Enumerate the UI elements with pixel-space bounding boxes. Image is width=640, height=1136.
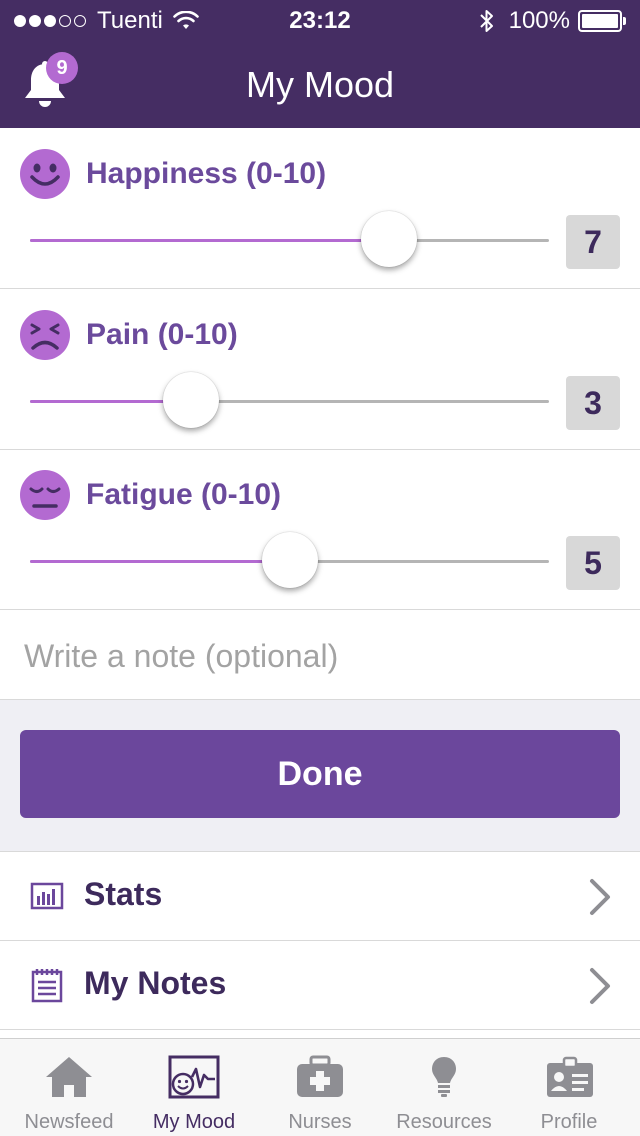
happiness-slider-fill [30, 239, 389, 242]
pain-value: 3 [566, 376, 620, 430]
tab-my-mood[interactable]: My Mood [138, 1039, 250, 1136]
stats-label: Stats [84, 876, 163, 912]
chevron-right-icon [590, 879, 610, 915]
fatigue-label: Fatigue (0-10) [86, 478, 282, 511]
battery-icon [578, 10, 626, 32]
happiness-slider-thumb[interactable] [360, 211, 417, 267]
tab-bar: Newsfeed My Mood Nurses Resources Profil… [0, 1038, 640, 1136]
tired-face-icon [20, 470, 70, 520]
pain-row: Pain (0-10) 3 [0, 290, 640, 450]
status-bar: Tuenti 23:12 100% [0, 0, 640, 40]
pain-slider[interactable] [30, 400, 549, 403]
stats-link[interactable]: Stats [0, 852, 640, 941]
tab-my-mood-label: My Mood [152, 1111, 236, 1133]
happiness-slider[interactable] [30, 239, 549, 242]
tab-newsfeed-label: Newsfeed [24, 1111, 114, 1133]
bluetooth-icon [479, 10, 493, 32]
pain-slider-thumb[interactable] [162, 372, 219, 428]
pained-face-icon [20, 310, 70, 360]
lightbulb-icon [432, 1057, 456, 1097]
pain-label: Pain (0-10) [86, 318, 238, 351]
happiness-value: 7 [566, 215, 620, 269]
fatigue-slider-fill [30, 560, 290, 563]
chevron-right-icon [590, 968, 610, 1004]
tab-nurses-label: Nurses [288, 1111, 352, 1133]
notepad-icon [31, 969, 63, 1003]
tab-newsfeed[interactable]: Newsfeed [0, 1039, 138, 1136]
fatigue-slider-thumb[interactable] [261, 532, 318, 588]
happy-face-icon [20, 149, 70, 199]
status-right: 100% [479, 7, 626, 35]
tab-nurses[interactable]: Nurses [250, 1039, 390, 1136]
fatigue-row: Fatigue (0-10) 5 [0, 450, 640, 610]
tab-profile[interactable]: Profile [498, 1039, 640, 1136]
happiness-row: Happiness (0-10) 7 [0, 129, 640, 289]
done-section: Done [0, 700, 640, 852]
my-notes-link[interactable]: My Notes [0, 941, 640, 1030]
happiness-label: Happiness (0-10) [86, 157, 327, 190]
note-row [0, 610, 640, 700]
id-card-icon [547, 1056, 593, 1097]
top-bar: Tuenti 23:12 100% 9 My Mood [0, 0, 640, 128]
mood-chart-icon [168, 1055, 220, 1099]
fatigue-value: 5 [566, 536, 620, 590]
note-input[interactable] [24, 634, 614, 678]
page-title: My Mood [245, 64, 395, 105]
battery-percentage: 100% [508, 7, 570, 34]
house-icon [46, 1057, 92, 1097]
tab-resources-label: Resources [396, 1111, 492, 1133]
bar-chart-icon [30, 882, 64, 910]
first-aid-kit-icon [297, 1055, 343, 1097]
tab-profile-label: Profile [540, 1111, 598, 1133]
tab-resources[interactable]: Resources [390, 1039, 498, 1136]
my-notes-label: My Notes [84, 965, 227, 1001]
done-button[interactable]: Done [20, 730, 620, 818]
